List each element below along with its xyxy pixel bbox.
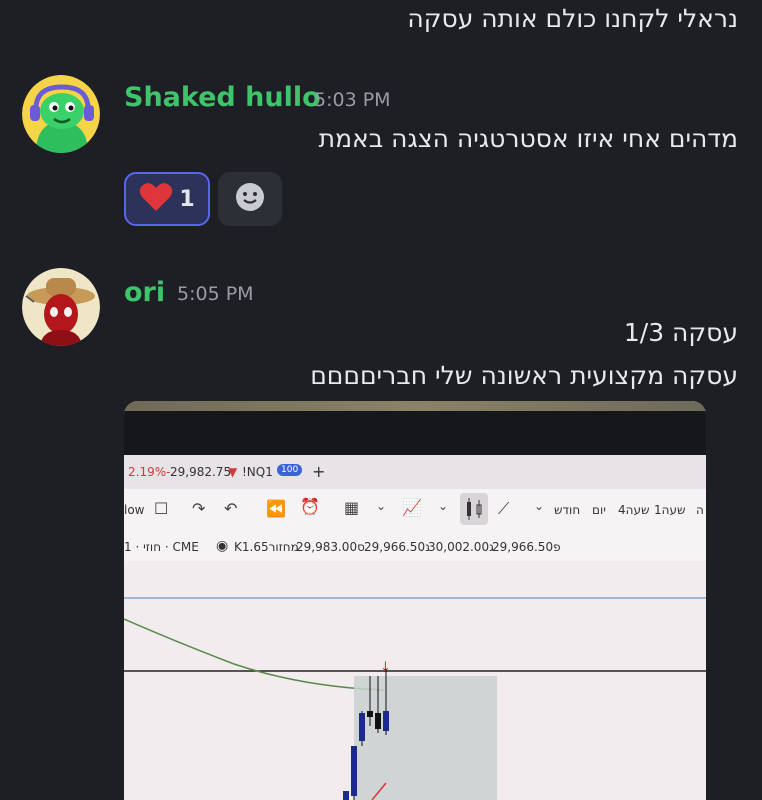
chevron-down-icon: ⌄ [438, 499, 449, 513]
cowboy-hat-avatar-icon [22, 268, 100, 346]
message-text: נראלי לקחנו כולם אותה עסקה [407, 4, 738, 33]
price-change: 2.19%- [128, 465, 171, 479]
username[interactable]: Shaked hullo [124, 82, 321, 113]
timeframe-4h: 4שעה [618, 503, 650, 517]
candles-icon [460, 493, 488, 525]
volume-value: K1.65מחזור [234, 540, 299, 554]
open-value: 29,966.50פ [492, 540, 561, 554]
avatar[interactable] [22, 268, 100, 346]
moving-average-line [124, 618, 385, 691]
add-reaction-smile-icon [235, 182, 265, 216]
entry-arrow-icon: ↓ [380, 660, 391, 675]
avatar[interactable] [22, 75, 100, 153]
square-icon: ☐ [154, 499, 169, 518]
toolbar-right-text: ה [696, 503, 704, 517]
price-down-arrow-icon: ▼ [228, 465, 238, 479]
status-dot-icon: ◉ [216, 538, 229, 554]
reaction-count: 1 [179, 186, 195, 212]
chart-area: ↓ [124, 561, 706, 800]
monitor-bezel [124, 411, 706, 455]
timeframe-day: יום [592, 503, 606, 517]
rewind-icon: ⏪ [266, 499, 286, 518]
browser-tab-bar: 2.19%- 29,982.75 ▼ !NQ1 100 + [124, 455, 706, 490]
grid-icon: ▦ [344, 498, 360, 517]
message-text: עסקה מקצועית ראשונה שלי חבריםםםם [310, 361, 738, 390]
toolbar-left-text: low [124, 503, 145, 517]
message-text: מדהים אחי איזו אסטרטגיה הצגה באמת [318, 124, 738, 153]
green-character-avatar-icon [22, 75, 100, 153]
alarm-icon: ⏰ [300, 497, 320, 516]
ticker-badge: 100 [277, 464, 303, 476]
high-value: 30,002.00ג [428, 540, 495, 554]
message-text: עסקה 1/3 [623, 318, 738, 347]
timestamp: 5:03 PM [314, 89, 391, 111]
timeframe-month: חודש [554, 503, 581, 517]
close-value: 29,983.00ס [296, 540, 365, 554]
low-value: 29,966.50נ [364, 540, 430, 554]
exchange-info: חוזי · 1 · CME [124, 540, 199, 554]
chevron-down-icon: ⌄ [376, 499, 387, 513]
price-value: 29,982.75 [170, 465, 232, 479]
chart-info-bar: חוזי · 1 · CME ◉ K1.65מחזור 29,983.00ס 2… [124, 533, 706, 561]
heart-icon [139, 182, 173, 216]
chart-toolbar: low ☐ ↷ ↶ ⏪ ⏰ ▦ ⌄ 📈 ⌄ ⟋ ⌄ חודש יום 4שעה … [124, 489, 706, 534]
undo-icon: ↶ [224, 499, 238, 518]
indicators-icon: 📈 [402, 498, 422, 517]
add-reaction-button[interactable] [218, 172, 282, 226]
chevron-down-icon: ⌄ [534, 499, 545, 513]
redo-icon: ↷ [192, 499, 206, 518]
timestamp: 5:05 PM [177, 283, 254, 305]
timeframe-1h: 1שעה [654, 503, 686, 517]
line-chart-icon: ⟋ [498, 499, 510, 518]
ticker-symbol: !NQ1 [242, 465, 273, 479]
new-tab-plus-icon: + [312, 462, 326, 481]
position-box [354, 676, 497, 800]
heart-reaction-button[interactable]: 1 [124, 172, 210, 226]
image-attachment[interactable]: 2.19%- 29,982.75 ▼ !NQ1 100 + low ☐ ↷ ↶ … [124, 401, 706, 800]
username[interactable]: ori [124, 277, 165, 308]
